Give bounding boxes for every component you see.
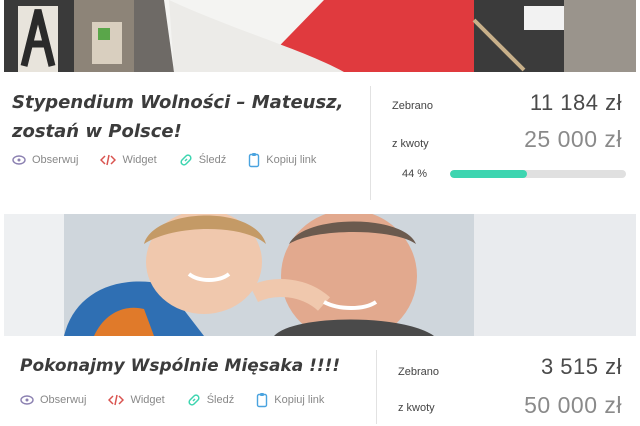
clipboard-icon bbox=[257, 393, 268, 408]
widget-label: Widget bbox=[122, 154, 157, 166]
eye-icon bbox=[20, 395, 34, 405]
goal-amount: 50 000 zł bbox=[524, 392, 622, 418]
divider bbox=[370, 86, 371, 200]
progress-bar bbox=[450, 170, 626, 178]
campaign-1-photo-image bbox=[4, 0, 636, 72]
observe-button[interactable]: Obserwuj bbox=[12, 152, 78, 168]
code-icon bbox=[108, 394, 125, 406]
divider bbox=[376, 350, 377, 424]
progress-percent: 44 % bbox=[402, 168, 428, 180]
goal-amount: 25 000 zł bbox=[524, 126, 622, 152]
observe-label: Obserwuj bbox=[32, 154, 79, 166]
observe-button[interactable]: Obserwuj bbox=[20, 392, 86, 408]
goal-label: z kwoty bbox=[398, 402, 435, 414]
goal-label: z kwoty bbox=[392, 138, 429, 150]
observe-label: Obserwuj bbox=[40, 394, 87, 406]
clipboard-icon bbox=[249, 153, 260, 168]
raised-label: Zebrano bbox=[398, 366, 439, 378]
campaign-title[interactable]: Pokonajmy Wspólnie Mięsaka !!!! bbox=[20, 352, 360, 381]
copy-link-label: Kopiuj link bbox=[274, 394, 325, 406]
eye-icon bbox=[12, 155, 26, 165]
track-button[interactable]: Śledź bbox=[187, 392, 235, 408]
campaign-2-photo-image bbox=[4, 214, 636, 336]
copy-link-button[interactable]: Kopiuj link bbox=[256, 392, 324, 408]
campaign-actions: Obserwuj Widget Śledź Kopiuj link bbox=[20, 392, 346, 408]
progress-fill bbox=[450, 170, 528, 178]
campaign-2-photo[interactable] bbox=[4, 214, 636, 336]
track-label: Śledź bbox=[198, 154, 227, 166]
campaign-card-2[interactable]: Pokonajmy Wspólnie Mięsaka !!!! Obserwuj… bbox=[4, 336, 636, 426]
campaign-actions: Obserwuj Widget Śledź Kopiuj link bbox=[12, 152, 338, 168]
code-icon bbox=[100, 154, 117, 166]
track-button[interactable]: Śledź bbox=[179, 152, 227, 168]
copy-link-label: Kopiuj link bbox=[266, 154, 317, 166]
raised-amount: 11 184 zł bbox=[529, 90, 622, 115]
link-icon bbox=[180, 154, 192, 166]
raised-amount: 3 515 zł bbox=[540, 354, 622, 379]
copy-link-button[interactable]: Kopiuj link bbox=[248, 152, 316, 168]
raised-label: Zebrano bbox=[392, 100, 433, 112]
campaign-title[interactable]: Stypendium Wolności – Mateusz, zostań w … bbox=[12, 88, 352, 146]
campaign-1-photo[interactable] bbox=[4, 0, 636, 72]
widget-label: Widget bbox=[130, 394, 165, 406]
widget-button[interactable]: Widget bbox=[100, 152, 157, 168]
campaign-card-1[interactable]: Stypendium Wolności – Mateusz, zostań w … bbox=[4, 72, 636, 208]
track-label: Śledź bbox=[206, 394, 235, 406]
link-icon bbox=[188, 394, 200, 406]
widget-button[interactable]: Widget bbox=[108, 392, 165, 408]
